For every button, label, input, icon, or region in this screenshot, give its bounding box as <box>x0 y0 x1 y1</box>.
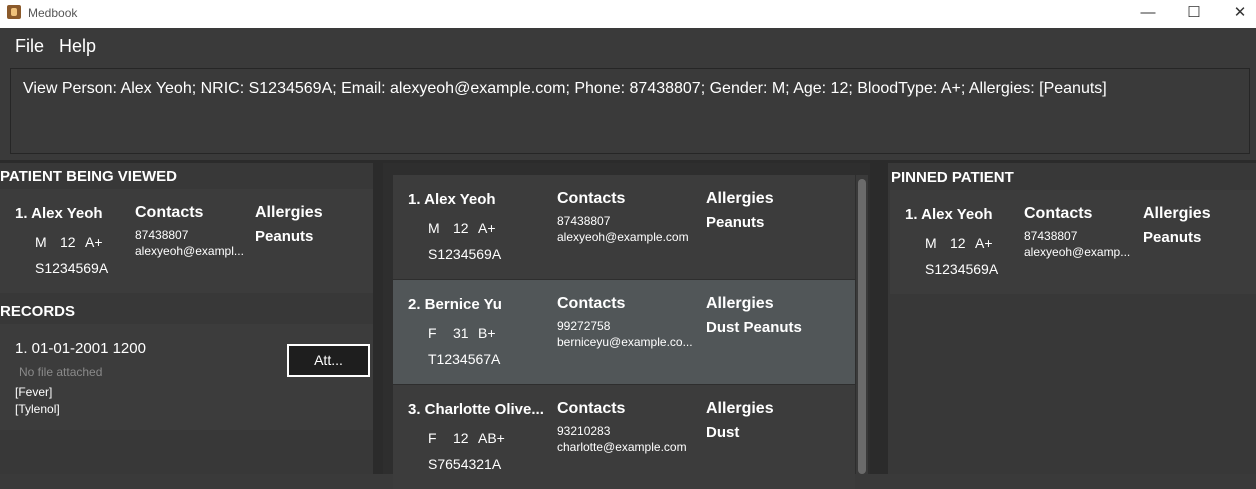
records-heading: RECORDS <box>0 303 76 320</box>
patient-name: 1. Alex Yeoh <box>408 191 496 208</box>
patient-nric: S7654321A <box>428 456 502 472</box>
viewed-heading: PATIENT BEING VIEWED <box>0 168 177 185</box>
allergies-label: Allergies <box>1143 205 1211 222</box>
split-divider-left[interactable] <box>373 163 383 474</box>
patient-allergies: Peanuts <box>1143 229 1202 246</box>
patient-email: alexyeoh@example.com <box>557 230 689 244</box>
minimize-button[interactable]: — <box>1125 0 1171 28</box>
allergies-label: Allergies <box>255 204 323 221</box>
maximize-button[interactable]: ☐ <box>1171 0 1217 28</box>
record-condition: [Fever] <box>15 385 53 399</box>
viewed-panel: PATIENT BEING VIEWED 1. Alex Yeoh M 12 A… <box>0 163 373 474</box>
contacts-label: Contacts <box>557 295 626 312</box>
patient-list: 1. Alex Yeoh M 12 A+ S1234569A Contacts … <box>383 163 870 489</box>
record-medication: [Tylenol] <box>15 402 60 416</box>
app-icon <box>7 5 21 19</box>
close-button[interactable]: ✕ <box>1217 0 1256 28</box>
patient-allergies: Dust <box>706 424 740 441</box>
patient-gender: M <box>35 234 47 250</box>
contacts-label: Contacts <box>1024 205 1093 222</box>
patient-email: charlotte@example.com <box>557 440 687 454</box>
menu-help[interactable]: Help <box>59 36 96 57</box>
patient-card[interactable]: 2. Bernice Yu F 31 B+ T1234567A Contacts… <box>393 280 855 384</box>
allergies-label: Allergies <box>706 295 774 312</box>
patient-blood-type: A+ <box>478 220 496 236</box>
patient-nric: S1234569A <box>35 260 109 276</box>
patient-email: berniceyu@example.co... <box>557 335 693 349</box>
record-datetime: 1. 01-01-2001 1200 <box>15 340 146 357</box>
patient-allergies: Dust Peanuts <box>706 319 802 336</box>
patient-list-scrollbar[interactable] <box>856 175 868 474</box>
patient-email: alexyeoh@examp... <box>1024 245 1131 259</box>
patient-age: 12 <box>453 430 469 446</box>
contacts-label: Contacts <box>135 204 204 221</box>
patient-email: alexyeoh@exampl... <box>135 244 244 258</box>
patient-blood-type: A+ <box>85 234 103 250</box>
patient-age: 12 <box>60 234 76 250</box>
patient-name: 2. Bernice Yu <box>408 296 502 313</box>
patient-allergies: Peanuts <box>255 228 314 245</box>
patient-age: 12 <box>950 235 966 251</box>
patient-blood-type: A+ <box>975 235 993 251</box>
patient-blood-type: B+ <box>478 325 496 341</box>
attach-file-button[interactable]: Att... <box>287 344 370 377</box>
allergies-label: Allergies <box>706 190 774 207</box>
patient-blood-type: AB+ <box>478 430 505 446</box>
patient-gender: F <box>428 430 437 446</box>
patient-gender: M <box>925 235 937 251</box>
pinned-patient-card[interactable]: 1. Alex Yeoh M 12 A+ S1234569A Contacts … <box>890 190 1256 294</box>
patient-nric: S1234569A <box>925 261 999 277</box>
scrollbar-thumb[interactable] <box>858 179 866 474</box>
menu-file[interactable]: File <box>15 36 44 57</box>
patient-name: 3. Charlotte Olive... <box>408 401 544 418</box>
result-display[interactable]: View Person: Alex Yeoh; NRIC: S1234569A;… <box>10 68 1250 154</box>
patient-phone: 87438807 <box>1024 229 1078 243</box>
patient-age: 31 <box>453 325 469 341</box>
patient-card[interactable]: 1. Alex Yeoh M 12 A+ S1234569A Contacts … <box>393 175 855 279</box>
window-title: Medbook <box>28 6 78 20</box>
allergies-label: Allergies <box>706 400 774 417</box>
pinned-heading: PINNED PATIENT <box>891 169 1014 186</box>
patient-name: 1. Alex Yeoh <box>15 205 103 222</box>
patient-phone: 93210283 <box>557 424 611 438</box>
patient-phone: 99272758 <box>557 319 611 333</box>
patient-nric: S1234569A <box>428 246 502 262</box>
contacts-label: Contacts <box>557 190 626 207</box>
patient-card[interactable]: 3. Charlotte Olive... F 12 AB+ S7654321A… <box>393 385 855 489</box>
menu-bar: File Help <box>0 28 1256 62</box>
patient-phone: 87438807 <box>135 228 189 242</box>
patient-gender: M <box>428 220 440 236</box>
viewed-patient-card[interactable]: 1. Alex Yeoh M 12 A+ S1234569A Contacts … <box>0 189 373 293</box>
split-divider-right[interactable] <box>870 163 888 474</box>
result-text: View Person: Alex Yeoh; NRIC: S1234569A;… <box>23 80 1107 97</box>
title-bar: Medbook — ☐ ✕ <box>0 0 1256 28</box>
patient-phone: 87438807 <box>557 214 611 228</box>
contacts-label: Contacts <box>557 400 626 417</box>
patient-allergies: Peanuts <box>706 214 765 231</box>
patient-name: 1. Alex Yeoh <box>905 206 993 223</box>
patient-age: 12 <box>453 220 469 236</box>
patient-gender: F <box>428 325 437 341</box>
patient-nric: T1234567A <box>428 351 501 367</box>
pinned-panel: PINNED PATIENT 1. Alex Yeoh M 12 A+ S123… <box>888 163 1256 474</box>
record-card[interactable]: 1. 01-01-2001 1200 No file attached [Fev… <box>0 324 373 430</box>
record-file-status: No file attached <box>19 365 103 379</box>
